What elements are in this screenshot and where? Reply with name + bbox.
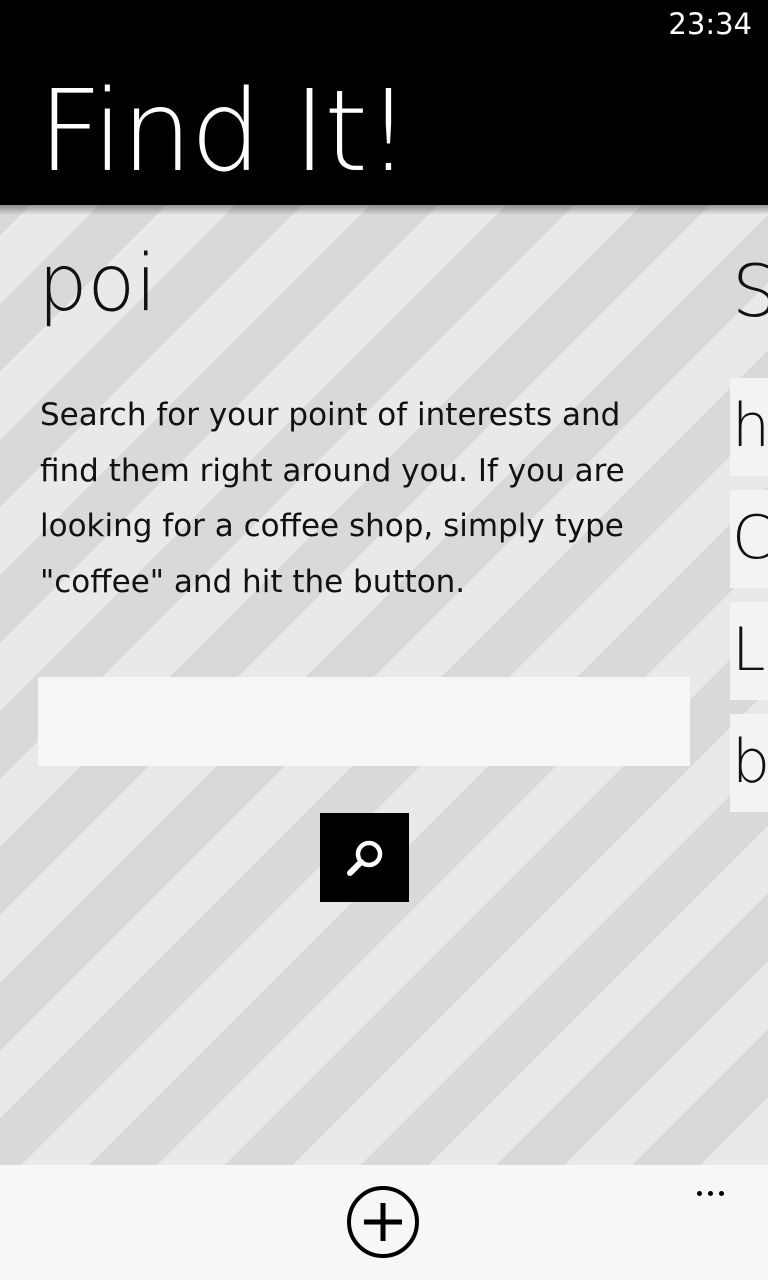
more-button[interactable] xyxy=(684,1173,736,1213)
add-button[interactable] xyxy=(346,1185,420,1259)
ellipsis-icon xyxy=(694,1190,727,1196)
next-pivot-item-label: C xyxy=(732,503,768,573)
next-pivot-title[interactable]: S xyxy=(732,255,768,327)
next-pivot-item[interactable]: b xyxy=(730,714,768,812)
next-pivot-item[interactable]: C xyxy=(730,490,768,588)
status-time: 23:34 xyxy=(668,7,752,41)
next-pivot-item[interactable]: h xyxy=(730,378,768,476)
search-button[interactable] xyxy=(320,813,409,902)
poi-description: Search for your point of interests and f… xyxy=(40,397,625,600)
search-input[interactable] xyxy=(38,677,690,766)
app-title: Find It! xyxy=(38,67,411,197)
next-pivot-item-label: Lo xyxy=(732,615,768,685)
next-pivot-item[interactable]: Lo xyxy=(730,602,768,700)
app-header: 23:34 Find It! xyxy=(0,0,768,205)
pivot-content[interactable]: poi Search for your point of interests a… xyxy=(0,205,768,1165)
search-icon xyxy=(346,840,382,876)
header-shadow xyxy=(0,205,768,215)
app-bar xyxy=(0,1165,768,1280)
add-circle-icon xyxy=(347,1186,419,1258)
pivot-title-poi[interactable]: poi xyxy=(38,245,157,323)
next-pivot-item-label: b xyxy=(732,727,768,797)
next-pivot-item-label: h xyxy=(732,391,768,461)
